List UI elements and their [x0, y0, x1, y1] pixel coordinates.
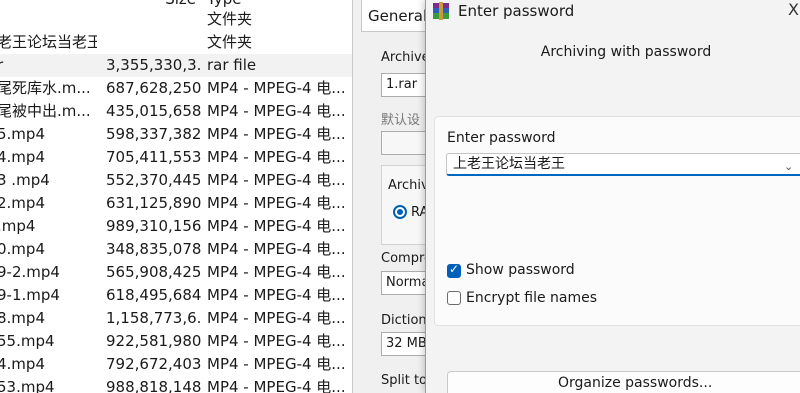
file-name: 尾死库水.m...	[0, 79, 91, 97]
file-type: MP4 - MPEG-4 电...	[207, 240, 346, 258]
file-size: 598,337,382	[106, 125, 202, 143]
archive-format-label: Archiv	[388, 178, 427, 193]
file-name: 3 .mp4	[0, 171, 50, 189]
file-type: MP4 - MPEG-4 电...	[207, 217, 346, 235]
title-bar[interactable]: Enter password X	[426, 0, 800, 22]
dictionary-label: Dictiona	[381, 313, 427, 328]
file-type: 文件夹	[207, 33, 253, 51]
close-icon[interactable]: X	[788, 0, 799, 20]
file-name: 4.mp4	[0, 355, 45, 373]
file-size: 705,411,553	[106, 148, 202, 166]
file-type: MP4 - MPEG-4 电...	[207, 194, 346, 212]
dialog-subtitle: Archiving with password	[540, 44, 712, 60]
file-type: MP4 - MPEG-4 电...	[207, 102, 346, 120]
file-size: 435,015,658	[106, 102, 202, 120]
show-password-checkbox[interactable]	[447, 262, 461, 278]
file-row[interactable]: 5.mp4 598,337,382 MP4 - MPEG-4 电...	[0, 123, 352, 146]
file-row[interactable]: 4.mp4 705,411,553 MP4 - MPEG-4 电...	[0, 146, 352, 169]
file-row[interactable]: 55.mp4 922,581,980 MP4 - MPEG-4 电...	[0, 330, 352, 353]
file-row[interactable]: .mp4 989,310,156 MP4 - MPEG-4 电...	[0, 215, 352, 238]
enter-password-label: Enter password	[447, 130, 556, 146]
file-row[interactable]: 文件夹	[0, 8, 352, 31]
file-row[interactable]: 0.mp4 348,835,078 MP4 - MPEG-4 电...	[0, 238, 352, 261]
file-row[interactable]: 4.mp4 792,672,403 MP4 - MPEG-4 电...	[0, 353, 352, 376]
file-type: MP4 - MPEG-4 电...	[207, 332, 346, 350]
file-type: MP4 - MPEG-4 电...	[207, 309, 346, 327]
compression-select[interactable]: Norma	[381, 271, 427, 295]
file-name: 老王论坛当老王	[0, 33, 97, 51]
file-name: 5.mp4	[0, 125, 45, 143]
file-size: 1,158,773,6...	[106, 309, 203, 327]
file-row[interactable]: 53.mp4 988,818,148 MP4 - MPEG-4 电...	[0, 376, 352, 393]
file-name: 尾被中出.m...	[0, 102, 91, 120]
file-type: MP4 - MPEG-4 电...	[207, 125, 346, 143]
show-password-label[interactable]: Show password	[466, 262, 575, 278]
enter-password-dialog: Enter password X Archiving with password…	[425, 0, 800, 393]
file-name: 9-2.mp4	[0, 263, 60, 281]
file-size: 552,370,445	[106, 171, 202, 189]
file-row[interactable]: 老王论坛当老王 文件夹	[0, 31, 352, 54]
file-row[interactable]: 2.mp4 631,125,890 MP4 - MPEG-4 电...	[0, 192, 352, 215]
archive-settings-dialog: General Archive 1.rar 默认设 Archiv RA Comp…	[352, 0, 427, 393]
file-size: 618,495,684	[106, 286, 202, 304]
file-name: .mp4	[0, 217, 36, 235]
file-size: 565,908,425	[106, 263, 202, 281]
archive-name-field[interactable]: 1.rar	[381, 73, 427, 97]
file-size: 687,628,250	[106, 79, 202, 97]
file-name: 0.mp4	[0, 240, 45, 258]
dictionary-select[interactable]: 32 MB	[381, 332, 427, 356]
file-name: 8.mp4	[0, 309, 45, 327]
file-size: 989,310,156	[106, 217, 202, 235]
file-size: 3,355,330,3...	[106, 56, 203, 74]
format-rar-radio[interactable]	[393, 205, 407, 219]
profiles-button[interactable]	[381, 131, 427, 155]
organize-passwords-label: Organize passwords...	[558, 375, 713, 391]
file-type: MP4 - MPEG-4 电...	[207, 355, 346, 373]
file-type: 文件夹	[207, 10, 253, 28]
compression-label: Compre	[381, 251, 427, 266]
file-row[interactable]: 尾被中出.m... 435,015,658 MP4 - MPEG-4 电...	[0, 100, 352, 123]
file-row[interactable]: 8.mp4 1,158,773,6... MP4 - MPEG-4 电...	[0, 307, 352, 330]
split-volumes-label: Split to	[381, 373, 427, 388]
file-name: 4.mp4	[0, 148, 45, 166]
archive-name-label: Archive	[381, 50, 427, 65]
organize-passwords-button[interactable]: Organize passwords...	[447, 371, 800, 393]
file-row[interactable]: 3 .mp4 552,370,445 MP4 - MPEG-4 电...	[0, 169, 352, 192]
file-row[interactable]: 9-1.mp4 618,495,684 MP4 - MPEG-4 电...	[0, 284, 352, 307]
file-type: MP4 - MPEG-4 电...	[207, 378, 346, 393]
encrypt-file-names-checkbox[interactable]	[447, 291, 461, 305]
file-type: MP4 - MPEG-4 电...	[207, 148, 346, 166]
file-row[interactable]: 尾死库水.m... 687,628,250 MP4 - MPEG-4 电...	[0, 77, 352, 100]
password-input[interactable]: 上老王论坛当老王	[446, 153, 800, 176]
file-size: 348,835,078	[106, 240, 202, 258]
file-row[interactable]: r 3,355,330,3... rar file	[0, 54, 352, 77]
file-name: 9-1.mp4	[0, 286, 60, 304]
file-name: r	[0, 56, 4, 74]
file-name: 2.mp4	[0, 194, 45, 212]
file-row[interactable]: 9-2.mp4 565,908,425 MP4 - MPEG-4 电...	[0, 261, 352, 284]
file-size: 631,125,890	[106, 194, 202, 212]
dialog-title: Enter password	[458, 2, 575, 20]
file-type: rar file	[207, 56, 257, 74]
file-size: 988,818,148	[106, 378, 202, 393]
encrypt-file-names-label[interactable]: Encrypt file names	[466, 290, 597, 306]
file-size: 792,672,403	[106, 355, 202, 373]
file-name: 55.mp4	[0, 332, 55, 350]
file-list: Size Type 文件夹老王论坛当老王文件夹r3,355,330,3...ra…	[0, 0, 352, 393]
chevron-down-icon[interactable]: ⌄	[784, 160, 793, 173]
file-size: 922,581,980	[106, 332, 202, 350]
file-type: MP4 - MPEG-4 电...	[207, 286, 346, 304]
default-profile-label: 默认设	[381, 113, 421, 128]
file-type: MP4 - MPEG-4 电...	[207, 263, 346, 281]
file-type: MP4 - MPEG-4 电...	[207, 79, 346, 97]
file-type: MP4 - MPEG-4 电...	[207, 171, 346, 189]
winrar-icon	[433, 2, 449, 20]
tab-general[interactable]: General	[361, 0, 427, 32]
file-name: 53.mp4	[0, 378, 55, 393]
